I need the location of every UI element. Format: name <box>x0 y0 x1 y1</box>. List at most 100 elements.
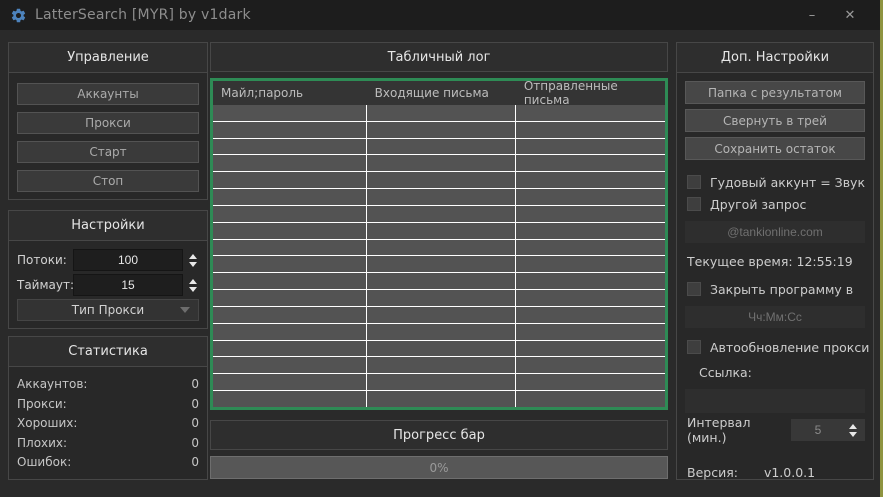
settings-body: Потоки: Таймаут: Тип Прокси <box>9 241 207 329</box>
spin-down-icon[interactable] <box>849 432 857 437</box>
timeout-input[interactable] <box>73 274 183 296</box>
threads-row: Потоки: <box>17 249 199 271</box>
proxy-type-label: Тип Прокси <box>72 303 144 317</box>
query-input[interactable] <box>685 221 865 243</box>
table-cell <box>213 273 367 289</box>
table-cell <box>367 374 516 390</box>
table-cell <box>367 324 516 340</box>
table-row <box>213 290 665 307</box>
current-time-text: Текущее время: 12:55:19 <box>685 254 865 269</box>
spin-up-icon[interactable] <box>849 424 857 429</box>
table-cell <box>516 273 665 289</box>
table-cell <box>516 206 665 222</box>
table-cell <box>213 307 367 323</box>
proxy-autoupdate-checkbox-row[interactable]: Автообновление прокси <box>685 338 865 356</box>
column-header-inbox[interactable]: Входящие письма <box>367 81 516 105</box>
interval-input[interactable] <box>791 423 845 437</box>
interval-stepper[interactable] <box>791 419 865 441</box>
start-button[interactable]: Старт <box>17 141 199 163</box>
threads-spinner[interactable] <box>183 254 199 267</box>
window-controls: – ✕ <box>803 8 873 23</box>
other-query-checkbox-label: Другой запрос <box>710 197 806 212</box>
stat-value: 0 <box>191 377 199 391</box>
table-cell <box>516 391 665 407</box>
table-cell <box>367 122 516 138</box>
table-row <box>213 357 665 374</box>
table-row <box>213 324 665 341</box>
table-cell <box>367 155 516 171</box>
table-row <box>213 155 665 172</box>
accounts-button[interactable]: Аккаунты <box>17 83 199 105</box>
column-header-mail[interactable]: Майл;пароль <box>213 81 367 105</box>
spin-up-icon[interactable] <box>189 279 197 284</box>
spin-down-icon[interactable] <box>189 262 197 267</box>
checkbox-icon[interactable] <box>687 282 701 296</box>
spin-up-icon[interactable] <box>189 254 197 259</box>
table-cell <box>516 189 665 205</box>
stat-errors: Ошибок: 0 <box>17 455 199 469</box>
column-header-sent[interactable]: Отправленные письма <box>516 81 665 105</box>
version-label: Версия: <box>687 465 738 480</box>
table-cell <box>367 223 516 239</box>
log-table-body <box>213 105 665 407</box>
table-cell <box>367 105 516 121</box>
table-row <box>213 273 665 290</box>
spin-down-icon[interactable] <box>189 287 197 292</box>
checkbox-icon[interactable] <box>687 197 701 211</box>
table-cell <box>516 290 665 306</box>
stat-proxies: Прокси: 0 <box>17 397 199 411</box>
table-cell <box>213 122 367 138</box>
minimize-to-tray-button[interactable]: Свернуть в трей <box>685 109 865 132</box>
timeout-spinner[interactable] <box>183 279 199 292</box>
title-bar: LatterSearch [MYR] by v1dark – ✕ <box>0 0 883 30</box>
table-cell <box>367 341 516 357</box>
threads-label: Потоки: <box>17 253 73 267</box>
table-cell <box>213 172 367 188</box>
table-cell <box>213 290 367 306</box>
table-cell <box>516 240 665 256</box>
save-remainder-button[interactable]: Сохранить остаток <box>685 137 865 160</box>
table-cell <box>516 374 665 390</box>
log-table[interactable]: Майл;пароль Входящие письма Отправленные… <box>210 78 668 410</box>
table-cell <box>516 172 665 188</box>
settings-panel: Настройки Потоки: Таймаут: Тип Прокси <box>8 210 208 329</box>
minimize-button[interactable]: – <box>803 8 821 23</box>
table-cell <box>213 357 367 373</box>
stat-accounts: Аккаунтов: 0 <box>17 377 199 391</box>
checkbox-icon[interactable] <box>687 175 701 189</box>
close-time-input[interactable] <box>685 306 865 328</box>
stat-good: Хороших: 0 <box>17 416 199 430</box>
stop-button[interactable]: Стоп <box>17 170 199 192</box>
interval-spinner[interactable] <box>845 424 861 437</box>
close-button[interactable]: ✕ <box>841 8 859 23</box>
extra-settings-body: Папка с результатом Свернуть в трей Сохр… <box>677 73 873 488</box>
table-cell <box>516 357 665 373</box>
management-panel: Управление Аккаунты Прокси Старт Стоп <box>8 42 208 200</box>
table-row <box>213 374 665 391</box>
statistics-panel: Статистика Аккаунтов: 0 Прокси: 0 Хороши… <box>8 336 208 480</box>
table-cell <box>516 122 665 138</box>
table-cell <box>367 290 516 306</box>
table-cell <box>516 139 665 155</box>
table-row <box>213 256 665 273</box>
management-header: Управление <box>9 43 207 73</box>
stat-value: 0 <box>191 397 199 411</box>
table-row <box>213 307 665 324</box>
table-cell <box>516 105 665 121</box>
log-table-columns: Майл;пароль Входящие письма Отправленные… <box>213 81 665 105</box>
checkbox-icon[interactable] <box>687 340 701 354</box>
interval-row: Интервал (мин.) <box>685 419 865 441</box>
table-cell <box>213 341 367 357</box>
table-cell <box>213 139 367 155</box>
close-program-checkbox-row[interactable]: Закрыть программу в <box>685 280 865 298</box>
proxy-button[interactable]: Прокси <box>17 112 199 134</box>
sound-checkbox-row[interactable]: Гудовый аккунт = Звук <box>685 173 865 191</box>
table-cell <box>213 105 367 121</box>
result-folder-button[interactable]: Папка с результатом <box>685 81 865 104</box>
link-input[interactable] <box>685 389 865 413</box>
table-cell <box>367 240 516 256</box>
threads-input[interactable] <box>73 249 183 271</box>
proxy-autoupdate-checkbox-label: Автообновление прокси <box>710 340 869 355</box>
proxy-type-dropdown[interactable]: Тип Прокси <box>17 299 199 321</box>
other-query-checkbox-row[interactable]: Другой запрос <box>685 195 865 213</box>
